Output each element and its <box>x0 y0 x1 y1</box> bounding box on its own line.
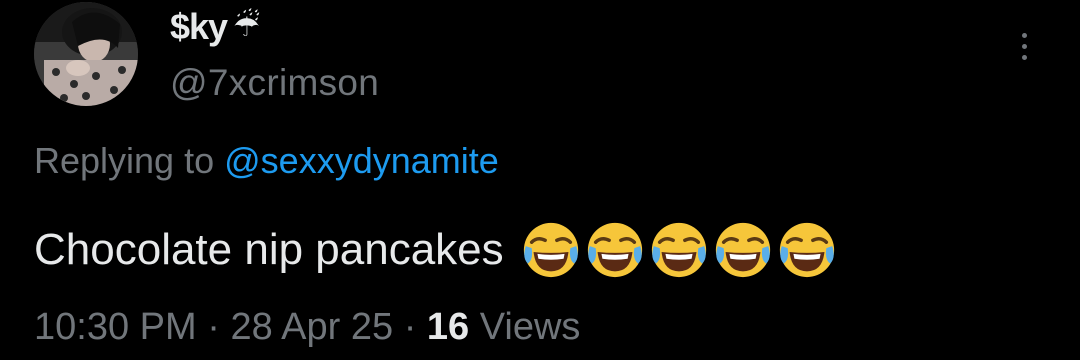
more-vertical-icon-dot <box>1021 54 1027 60</box>
umbrella-rain-icon: ☔ <box>233 10 260 43</box>
tears-of-joy-emoji-icon <box>715 222 770 278</box>
views-label: Views <box>479 306 581 348</box>
user-handle[interactable]: @7xcrimson <box>170 62 379 104</box>
more-options-button[interactable] <box>1010 24 1038 68</box>
meta-separator: · <box>403 306 417 348</box>
tears-of-joy-emoji-icon <box>523 222 578 278</box>
more-vertical-icon <box>1021 32 1027 38</box>
tweet-time[interactable]: 10:30 PM <box>34 306 197 348</box>
reply-mention-link[interactable]: @sexxydynamite <box>224 140 499 181</box>
tweet: $ky ☔ @7xcrimson Replying to @sexxydynam… <box>0 0 1080 360</box>
more-vertical-icon-dot <box>1021 43 1027 49</box>
replying-to-label: Replying to <box>34 140 215 181</box>
replying-to-line: Replying to @sexxydynamite <box>34 140 499 182</box>
tweet-meta: 10:30 PM · 28 Apr 25 · 16 Views <box>34 306 580 349</box>
display-name[interactable]: $ky <box>170 6 228 48</box>
tweet-body: Chocolate nip pancakes <box>34 218 838 282</box>
tears-of-joy-emoji-icon <box>587 222 642 278</box>
emoji-row <box>520 219 838 281</box>
tweet-text: Chocolate nip pancakes <box>34 225 504 274</box>
tears-of-joy-emoji-icon <box>651 222 706 278</box>
meta-separator: · <box>207 306 220 348</box>
display-name-row: $ky ☔ <box>170 2 260 52</box>
tears-of-joy-emoji-icon <box>779 222 834 278</box>
views-count: 16 <box>426 306 470 348</box>
avatar[interactable] <box>34 2 138 106</box>
tweet-date[interactable]: 28 Apr 25 <box>230 306 393 348</box>
